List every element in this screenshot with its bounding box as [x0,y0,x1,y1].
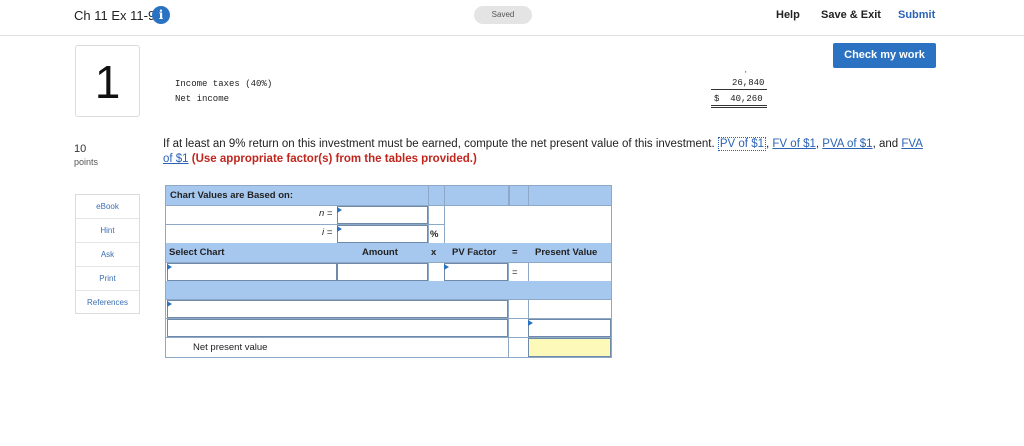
chart-values-label: Chart Values are Based on: [170,190,294,201]
amount-input[interactable] [337,263,428,281]
pv-factor-input[interactable] [444,263,508,281]
times-header: x [431,247,437,258]
income-taxes-value: 26,840 [732,78,765,88]
cash-flow-description-marker [167,301,172,307]
points-value: 10 [74,143,87,155]
ask-button[interactable]: Ask [76,243,139,267]
prompt-instruction: (Use appropriate factor(s) from the tabl… [191,153,477,165]
percent-sign: % [430,229,439,240]
pv-factor-header: PV Factor [452,247,497,258]
income-taxes-label: Income taxes (40%) [175,79,273,89]
separator-bar [166,281,611,299]
help-link[interactable]: Help [776,9,800,21]
amount-header: Amount [362,247,398,258]
divider [711,89,767,90]
n-label: n = [319,208,333,219]
pva-of-1-link[interactable]: PVA of $1 [822,138,872,150]
second-present-value-marker [528,320,533,326]
saved-status: Saved [474,6,532,24]
n-input-marker [337,207,342,213]
double-underline-top [711,105,767,106]
references-button[interactable]: References [76,291,139,313]
select-chart-dropdown[interactable] [167,263,337,281]
top-bar: Ch 11 Ex 11-9 i Saved Help Save & Exit S… [0,0,1024,36]
check-my-work-button[interactable]: Check my work [833,43,936,68]
cash-flow-description-input[interactable] [167,300,508,318]
question-number: 1 [75,45,140,117]
select-chart-header: Select Chart [169,247,225,258]
i-label: i = [322,227,333,238]
second-present-value-input[interactable] [528,319,611,337]
info-icon[interactable]: i [152,6,170,24]
i-input[interactable] [337,225,428,243]
i-input-marker [337,226,342,232]
assignment-title: Ch 11 Ex 11-9 [74,8,156,23]
pv-of-1-link[interactable]: PV of $1 [717,137,766,151]
save-exit-link[interactable]: Save & Exit [821,9,881,21]
double-underline-bottom [711,107,767,108]
present-value-header: Present Value [535,247,598,258]
question-prompt: If at least an 9% return on this investm… [163,137,923,165]
prompt-text: If at least an 9% return on this investm… [163,138,715,150]
net-present-value-label: Net present value [193,342,268,353]
npv-worksheet: Chart Values are Based on: n = i = % Sel… [165,185,612,358]
tools-panel: eBook Hint Ask Print References [75,194,140,314]
net-income-value: $ 40,260 [714,94,763,104]
pv-factor-marker [444,264,449,270]
select-chart-marker [167,264,172,270]
second-description-input[interactable] [167,319,508,337]
ebook-button[interactable]: eBook [76,195,139,219]
n-input[interactable] [337,206,428,224]
hint-button[interactable]: Hint [76,219,139,243]
points-label: points [74,157,99,167]
net-income-label: Net income [175,94,230,104]
prompt-and: , and [872,138,902,150]
net-present-value-output[interactable] [528,338,611,357]
print-button[interactable]: Print [76,267,139,291]
submit-link[interactable]: Submit [898,9,935,21]
equals-sign: = [512,267,518,278]
equals-header: = [512,247,518,258]
fv-of-1-link[interactable]: FV of $1 [772,138,815,150]
